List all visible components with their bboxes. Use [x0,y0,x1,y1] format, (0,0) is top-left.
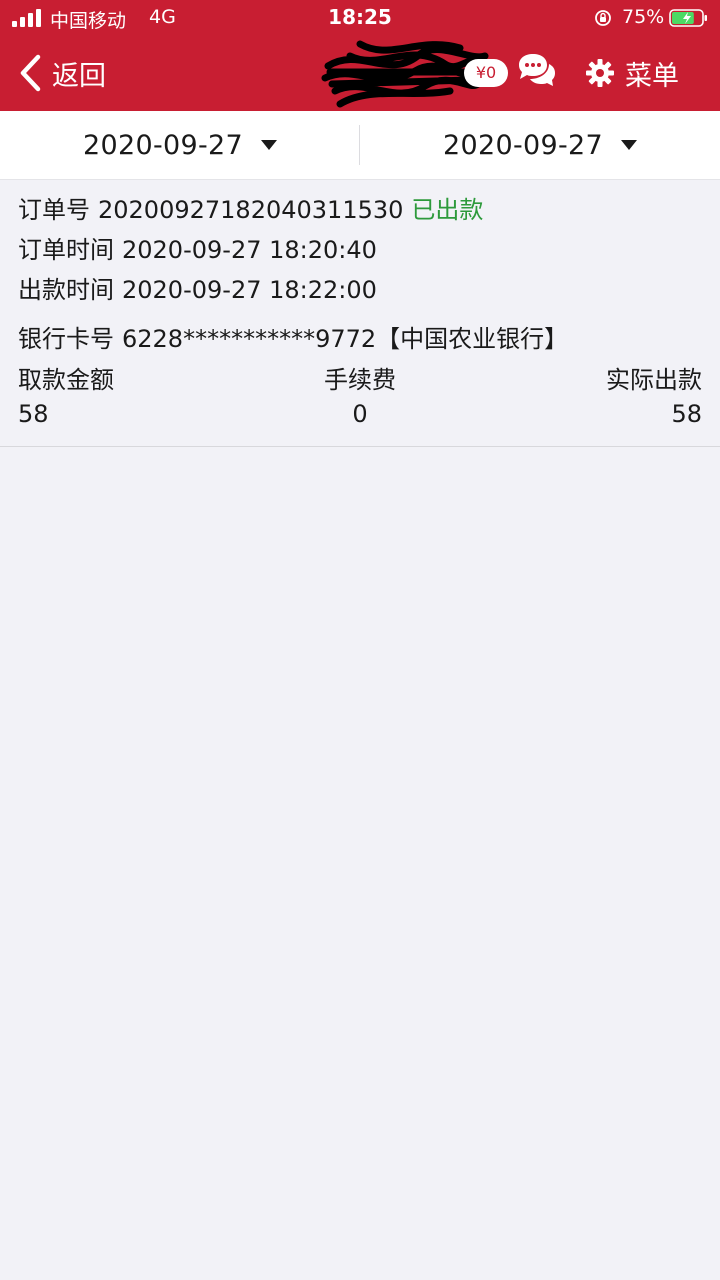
status-bar: 中国移动 4G 18:25 75% [0,0,720,36]
status-time: 18:25 [328,5,392,29]
order-time-value: 2020-09-27 18:20:40 [122,236,377,264]
balance-badge: ¥0 [464,59,508,87]
actual-payout-value: 58 [671,400,702,428]
back-button[interactable]: 返回 [18,52,106,94]
app-header: 中国移动 4G 18:25 75% 返回 ¥0 菜单 [0,0,720,111]
caret-down-icon [620,140,637,150]
chat-bubbles-icon[interactable] [515,50,557,92]
actual-payout-header: 实际出款 [606,366,702,394]
back-chevron-icon [20,54,41,92]
order-number-line: 订单号 20200927182040311530 已出款 [18,190,483,225]
menu-label: 菜单 [625,60,679,92]
fee-header: 手续费 [324,366,396,394]
bank-card-label: 银行卡号 [18,325,114,353]
start-date-picker[interactable]: 2020-09-27 [0,111,360,179]
order-time-label: 订单时间 [18,236,114,264]
caret-down-icon [260,140,277,150]
gear-icon [586,59,614,87]
order-number-label: 订单号 [18,196,90,224]
battery-percent: 75% [622,6,665,28]
end-date-picker[interactable]: 2020-09-27 [360,111,720,179]
date-filter-bar: 2020-09-27 2020-09-27 [0,111,720,180]
payout-time-label: 出款时间 [18,276,114,304]
menu-button[interactable]: 菜单 [585,54,679,92]
battery-icon [669,9,707,27]
payout-time-value: 2020-09-27 18:22:00 [122,276,377,304]
navigation-bar: 返回 ¥0 菜单 [0,36,720,111]
status-badge: 已出款 [411,196,484,224]
start-date-value: 2020-09-27 [83,129,243,161]
back-label: 返回 [52,60,106,92]
order-time-line: 订单时间 2020-09-27 18:20:40 [18,230,377,265]
order-number-value: 20200927182040311530 [98,196,404,224]
bank-card-line: 银行卡号 6228***********9772【中国农业银行】 [18,319,568,354]
bank-card-value: 6228***********9772【中国农业银行】 [122,325,569,353]
fee-value: 0 [352,400,368,428]
end-date-value: 2020-09-27 [443,129,603,161]
order-card[interactable]: 订单号 20200927182040311530 已出款 订单时间 2020-09-2… [0,180,720,447]
payout-time-line: 出款时间 2020-09-27 18:22:00 [18,270,377,305]
rotation-lock-icon [595,10,611,26]
